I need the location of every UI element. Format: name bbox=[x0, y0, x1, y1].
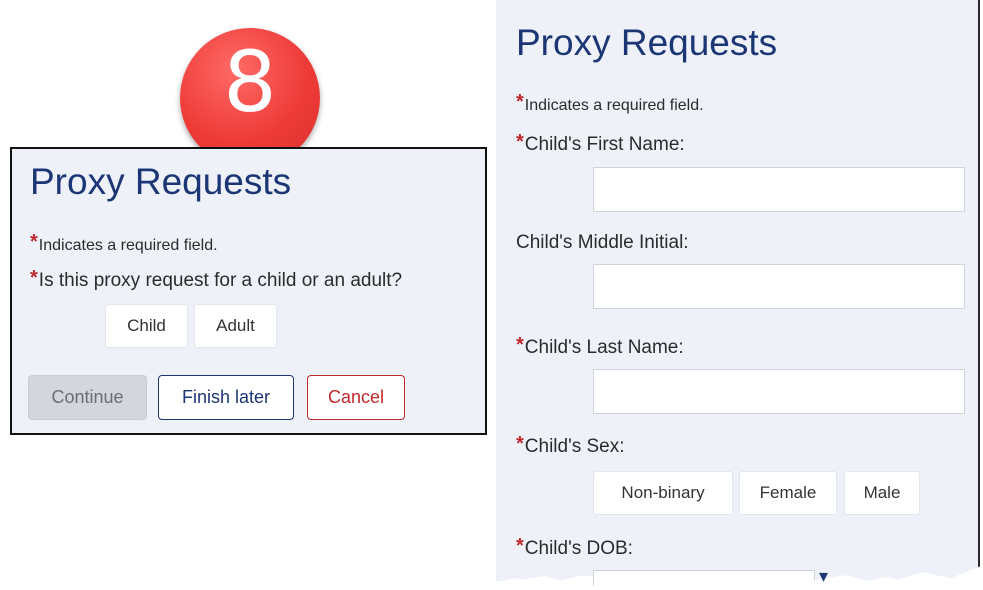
required-asterisk: * bbox=[30, 267, 38, 289]
continue-button[interactable]: Continue bbox=[28, 375, 147, 420]
sex-label-text: Child's Sex: bbox=[524, 436, 625, 457]
required-note-text: Indicates a required field. bbox=[38, 237, 218, 254]
sex-option-male-button[interactable]: Male bbox=[844, 471, 920, 515]
last-name-input[interactable] bbox=[593, 369, 965, 414]
option-child-button[interactable]: Child bbox=[105, 304, 188, 348]
step-number: 8 bbox=[223, 33, 277, 131]
cancel-button[interactable]: Cancel bbox=[307, 375, 405, 420]
page-title: Proxy Requests bbox=[516, 22, 778, 63]
page-title: Proxy Requests bbox=[30, 161, 292, 202]
child-details-panel: Proxy Requests *Indicates a required fie… bbox=[496, 0, 983, 590]
dob-label-text: Child's DOB: bbox=[524, 538, 633, 559]
dob-label: *Child's DOB: bbox=[516, 535, 633, 560]
last-name-label-text: Child's Last Name: bbox=[524, 337, 684, 358]
required-asterisk: * bbox=[516, 433, 524, 455]
required-asterisk: * bbox=[516, 334, 524, 356]
middle-initial-input[interactable] bbox=[593, 264, 965, 309]
finish-later-button[interactable]: Finish later bbox=[158, 375, 294, 420]
required-note: *Indicates a required field. bbox=[516, 91, 704, 116]
first-name-label: *Child's First Name: bbox=[516, 131, 685, 156]
required-note: *Indicates a required field. bbox=[30, 231, 218, 255]
required-asterisk: * bbox=[30, 231, 38, 253]
first-name-label-text: Child's First Name: bbox=[524, 134, 685, 155]
middle-initial-label: Child's Middle Initial: bbox=[516, 232, 689, 253]
proxy-type-panel: Proxy Requests *Indicates a required fie… bbox=[10, 147, 487, 435]
sex-option-nonbinary-button[interactable]: Non-binary bbox=[593, 471, 733, 515]
last-name-label: *Child's Last Name: bbox=[516, 334, 684, 359]
required-note-text: Indicates a required field. bbox=[524, 97, 704, 114]
question-text: Is this proxy request for a child or an … bbox=[38, 270, 403, 291]
first-name-input[interactable] bbox=[593, 167, 965, 212]
sex-label: *Child's Sex: bbox=[516, 433, 625, 458]
option-adult-button[interactable]: Adult bbox=[194, 304, 277, 348]
sex-option-female-button[interactable]: Female bbox=[739, 471, 837, 515]
required-asterisk: * bbox=[516, 535, 524, 557]
required-asterisk: * bbox=[516, 91, 524, 113]
proxy-type-question: *Is this proxy request for a child or an… bbox=[30, 267, 402, 292]
required-asterisk: * bbox=[516, 131, 524, 153]
